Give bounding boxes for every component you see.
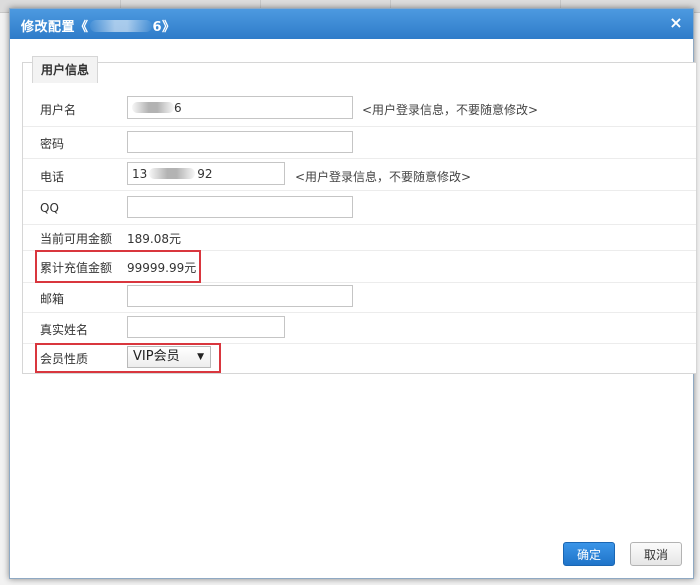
email-input[interactable]: [127, 285, 353, 307]
close-icon[interactable]: ×: [667, 14, 685, 32]
edit-config-dialog: 修改配置《 6》 × 用户信息 用户名 6 <用户登录信息，不要随意修改> 密码 …: [9, 8, 697, 579]
username-label: 用户名: [40, 103, 77, 117]
dialog-title-prefix: 修改配置《: [21, 20, 89, 35]
dialog-title-suffix: 6》: [152, 20, 176, 35]
username-input[interactable]: 6: [127, 96, 353, 119]
highlight-total-recharge: [35, 250, 201, 283]
blurred-phone-value: [149, 168, 196, 179]
balance-value: 189.08元: [127, 232, 181, 246]
real-name-label: 真实姓名: [40, 323, 89, 337]
phone-value-suffix: 92: [197, 167, 213, 181]
balance-label: 当前可用金额: [40, 232, 113, 246]
row-qq: QQ: [23, 190, 696, 225]
phone-input[interactable]: 13 92: [127, 162, 285, 185]
highlight-member-type: [35, 343, 221, 373]
user-info-panel: 用户信息 用户名 6 <用户登录信息，不要随意修改> 密码 电话 13 92 <用…: [22, 56, 697, 374]
ok-button[interactable]: 确定: [563, 542, 615, 566]
username-hint: <用户登录信息，不要随意修改>: [362, 103, 539, 117]
dialog-titlebar[interactable]: 修改配置《 6》 ×: [10, 9, 693, 39]
row-email: 邮箱: [23, 282, 696, 313]
blurred-username: [89, 20, 152, 32]
cancel-button[interactable]: 取消: [630, 542, 682, 566]
qq-label: QQ: [40, 201, 59, 215]
row-password: 密码: [23, 126, 696, 159]
username-value-suffix: 6: [174, 101, 182, 115]
email-label: 邮箱: [40, 292, 65, 306]
password-input[interactable]: [127, 131, 353, 153]
password-label: 密码: [40, 137, 65, 151]
qq-input[interactable]: [127, 196, 353, 218]
phone-hint: <用户登录信息，不要随意修改>: [295, 170, 472, 184]
panel-legend: 用户信息: [32, 56, 99, 83]
row-balance: 当前可用金额 189.08元: [23, 224, 696, 251]
blurred-username-value: [132, 102, 174, 113]
row-phone: 电话 13 92 <用户登录信息，不要随意修改>: [23, 158, 696, 191]
phone-label: 电话: [40, 170, 65, 184]
row-username: 用户名 6 <用户登录信息，不要随意修改>: [23, 91, 696, 127]
row-real-name: 真实姓名: [23, 312, 696, 344]
dialog-title: 修改配置《 6》: [21, 16, 176, 35]
phone-value-prefix: 13: [132, 167, 148, 181]
real-name-input[interactable]: [127, 316, 285, 338]
